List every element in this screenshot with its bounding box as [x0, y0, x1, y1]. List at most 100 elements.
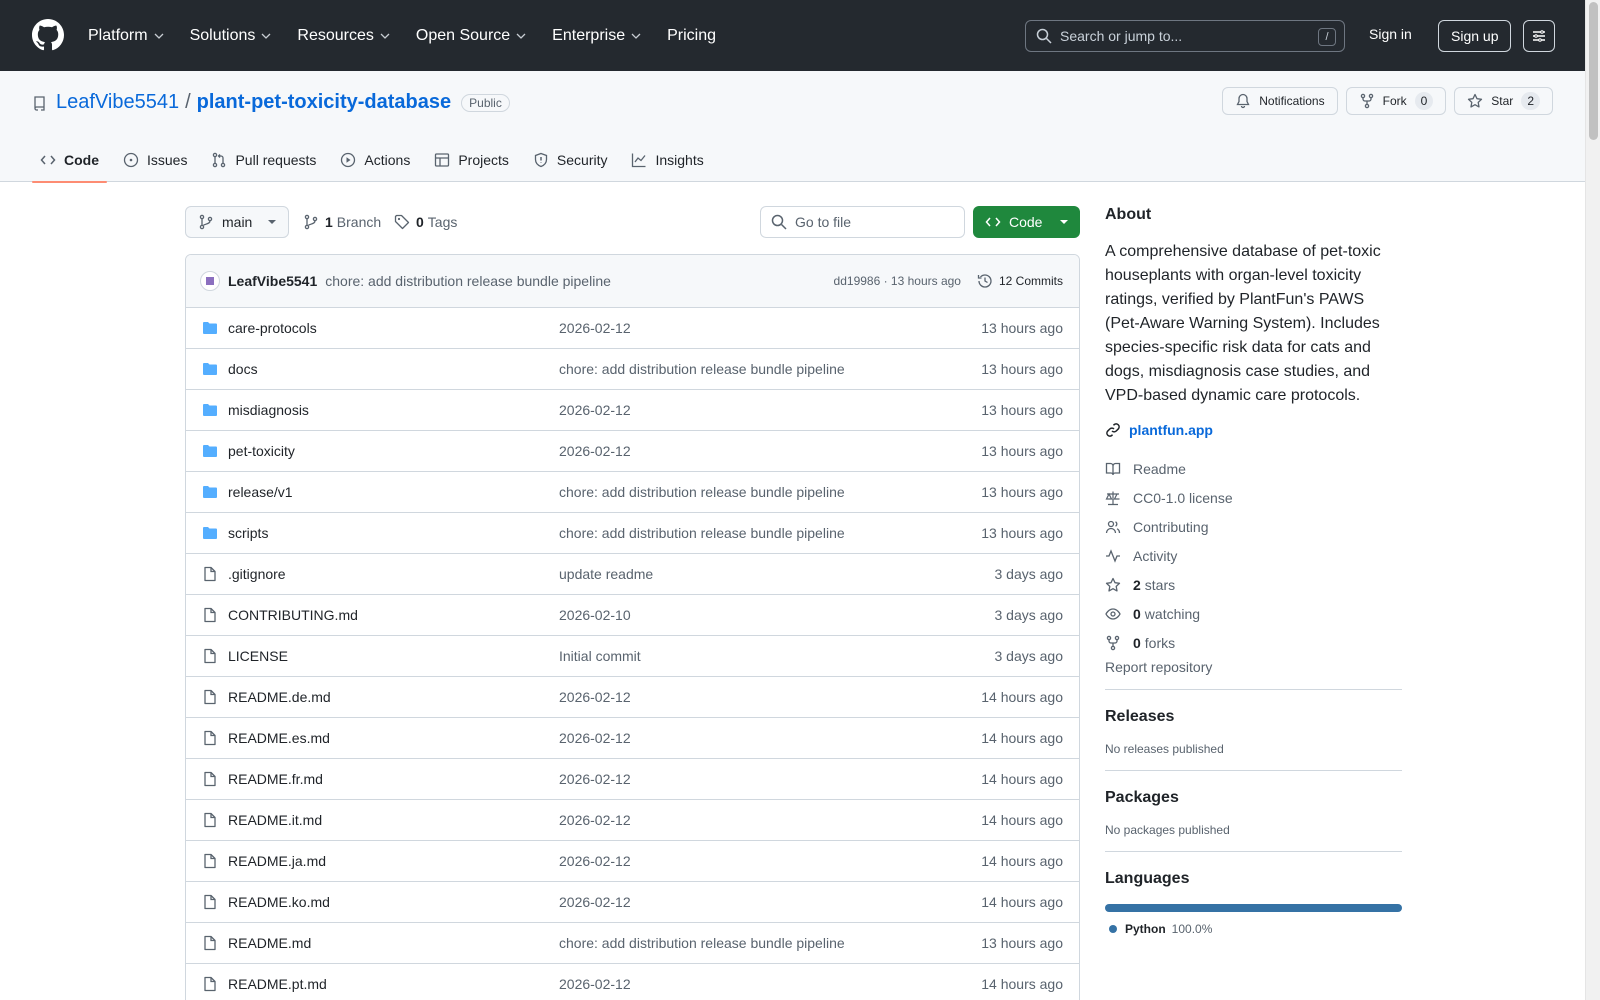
- sign-up-button[interactable]: Sign up: [1438, 20, 1512, 52]
- readme-link[interactable]: Readme: [1105, 454, 1402, 483]
- website-link[interactable]: plantfun.app: [1105, 422, 1402, 438]
- file-commit-message-link[interactable]: 2026-02-10: [559, 607, 631, 623]
- license-link[interactable]: CC0-1.0 license: [1105, 483, 1402, 512]
- header-menu-button[interactable]: [1523, 20, 1555, 52]
- file-commit-message-link[interactable]: chore: add distribution release bundle p…: [559, 361, 845, 377]
- file-name-link[interactable]: .gitignore: [228, 566, 558, 582]
- folder-icon: [202, 320, 218, 336]
- branches-link[interactable]: 1 Branch: [303, 206, 381, 238]
- contributing-link[interactable]: Contributing: [1105, 512, 1402, 541]
- file-name-link[interactable]: docs: [228, 361, 558, 377]
- file-row[interactable]: CONTRIBUTING.md 2026-02-10 3 days ago: [186, 595, 1079, 636]
- file-commit-message-link[interactable]: 2026-02-12: [559, 320, 631, 336]
- file-name-link[interactable]: misdiagnosis: [228, 402, 558, 418]
- nav-pricing[interactable]: Pricing: [667, 27, 716, 45]
- tags-link[interactable]: 0 Tags: [394, 206, 457, 238]
- page-scrollbar[interactable]: [1585, 0, 1600, 1000]
- file-name-link[interactable]: README.de.md: [228, 689, 558, 705]
- repo-name-link[interactable]: plant-pet-toxicity-database: [197, 91, 451, 114]
- file-row[interactable]: README.de.md 2026-02-12 14 hours ago: [186, 677, 1079, 718]
- packages-heading[interactable]: Packages: [1105, 789, 1402, 807]
- nav-platform[interactable]: Platform: [88, 27, 165, 45]
- file-row[interactable]: LICENSE Initial commit 3 days ago: [186, 636, 1079, 677]
- file-row[interactable]: docs chore: add distribution release bund…: [186, 349, 1079, 390]
- file-name-link[interactable]: README.es.md: [228, 730, 558, 746]
- releases-heading[interactable]: Releases: [1105, 708, 1402, 726]
- shield-icon: [534, 152, 548, 167]
- file-row[interactable]: misdiagnosis 2026-02-12 13 hours ago: [186, 390, 1079, 431]
- nav-enterprise[interactable]: Enterprise: [552, 27, 642, 45]
- file-commit-message-link[interactable]: chore: add distribution release bundle p…: [559, 935, 845, 951]
- file-row[interactable]: release/v1 chore: add distribution releas…: [186, 472, 1079, 513]
- nav-resources[interactable]: Resources: [297, 27, 390, 45]
- file-row[interactable]: care-protocols 2026-02-12 13 hours ago: [186, 308, 1079, 349]
- file-name-link[interactable]: pet-toxicity: [228, 443, 558, 459]
- file-commit-message-link[interactable]: 2026-02-12: [559, 812, 631, 828]
- code-dropdown-button[interactable]: Code: [973, 206, 1080, 238]
- file-row[interactable]: README.es.md 2026-02-12 14 hours ago: [186, 718, 1079, 759]
- file-commit-message-link[interactable]: Initial commit: [559, 648, 641, 664]
- tab-projects[interactable]: Projects: [426, 137, 517, 182]
- tab-security[interactable]: Security: [525, 137, 616, 182]
- file-name-link[interactable]: CONTRIBUTING.md: [228, 607, 558, 623]
- scrollbar-thumb[interactable]: [1589, 2, 1598, 140]
- file-row[interactable]: README.md chore: add distribution release…: [186, 923, 1079, 964]
- file-commit-message-link[interactable]: 2026-02-12: [559, 976, 631, 992]
- notifications-button[interactable]: Notifications: [1222, 87, 1338, 115]
- file-name-link[interactable]: release/v1: [228, 484, 558, 500]
- file-row[interactable]: pet-toxicity 2026-02-12 13 hours ago: [186, 431, 1079, 472]
- star-button[interactable]: Star 2: [1454, 87, 1553, 115]
- branch-selector[interactable]: main: [185, 206, 289, 238]
- file-row[interactable]: README.ko.md 2026-02-12 14 hours ago: [186, 882, 1079, 923]
- file-name-link[interactable]: README.md: [228, 935, 558, 951]
- nav-open-source[interactable]: Open Source: [416, 27, 527, 45]
- commits-history-link[interactable]: 12 Commits: [977, 273, 1063, 289]
- repo-owner-link[interactable]: LeafVibe5541: [56, 91, 179, 114]
- file-row[interactable]: .gitignore update readme 3 days ago: [186, 554, 1079, 595]
- file-row[interactable]: README.fr.md 2026-02-12 14 hours ago: [186, 759, 1079, 800]
- file-commit-message-link[interactable]: 2026-02-12: [559, 689, 631, 705]
- fork-button[interactable]: Fork 0: [1345, 87, 1447, 115]
- file-name-link[interactable]: README.ko.md: [228, 894, 558, 910]
- commit-author-link[interactable]: LeafVibe5541: [228, 273, 317, 289]
- file-commit-message-link[interactable]: 2026-02-12: [559, 771, 631, 787]
- github-logo-icon[interactable]: [32, 19, 64, 51]
- file-row[interactable]: README.it.md 2026-02-12 14 hours ago: [186, 800, 1079, 841]
- file-name-link[interactable]: README.it.md: [228, 812, 558, 828]
- file-row[interactable]: scripts chore: add distribution release b…: [186, 513, 1079, 554]
- file-commit-message-link[interactable]: 2026-02-12: [559, 894, 631, 910]
- nav-solutions[interactable]: Solutions: [190, 27, 273, 45]
- commit-message-link[interactable]: chore: add distribution release bundle p…: [325, 273, 611, 289]
- file-name-link[interactable]: care-protocols: [228, 320, 558, 336]
- sign-in-link[interactable]: Sign in: [1369, 26, 1412, 42]
- file-commit-message-link[interactable]: update readme: [559, 566, 653, 582]
- file-commit-message-link[interactable]: chore: add distribution release bundle p…: [559, 484, 845, 500]
- tab-insights[interactable]: Insights: [623, 137, 711, 182]
- global-search-input[interactable]: Search or jump to... /: [1025, 20, 1345, 52]
- file-name-link[interactable]: README.fr.md: [228, 771, 558, 787]
- stars-link[interactable]: 2 stars: [1105, 570, 1402, 599]
- activity-link[interactable]: Activity: [1105, 541, 1402, 570]
- forks-link[interactable]: 0 forks: [1105, 628, 1402, 657]
- language-item-python[interactable]: Python 100.0%: [1105, 922, 1402, 936]
- file-name-link[interactable]: README.ja.md: [228, 853, 558, 869]
- file-commit-message-link[interactable]: 2026-02-12: [559, 402, 631, 418]
- report-repository-link[interactable]: Report repository: [1105, 659, 1402, 675]
- go-to-file-input[interactable]: Go to file: [760, 206, 965, 238]
- watchers-link[interactable]: 0 watching: [1105, 599, 1402, 628]
- file-row[interactable]: README.pt.md 2026-02-12 14 hours ago: [186, 964, 1079, 1000]
- tab-issues[interactable]: Issues: [115, 137, 195, 182]
- file-name-link[interactable]: scripts: [228, 525, 558, 541]
- tab-code[interactable]: Code: [32, 137, 107, 183]
- tab-pull-requests[interactable]: Pull requests: [203, 137, 324, 182]
- file-commit-message-link[interactable]: 2026-02-12: [559, 443, 631, 459]
- file-row[interactable]: README.ja.md 2026-02-12 14 hours ago: [186, 841, 1079, 882]
- avatar[interactable]: [200, 271, 220, 291]
- file-commit-message-link[interactable]: 2026-02-12: [559, 853, 631, 869]
- commit-sha-time[interactable]: dd19986 · 13 hours ago: [834, 274, 961, 288]
- file-name-link[interactable]: LICENSE: [228, 648, 558, 664]
- file-commit-message-link[interactable]: 2026-02-12: [559, 730, 631, 746]
- file-name-link[interactable]: README.pt.md: [228, 976, 558, 992]
- file-commit-message-link[interactable]: chore: add distribution release bundle p…: [559, 525, 845, 541]
- tab-actions[interactable]: Actions: [332, 137, 418, 182]
